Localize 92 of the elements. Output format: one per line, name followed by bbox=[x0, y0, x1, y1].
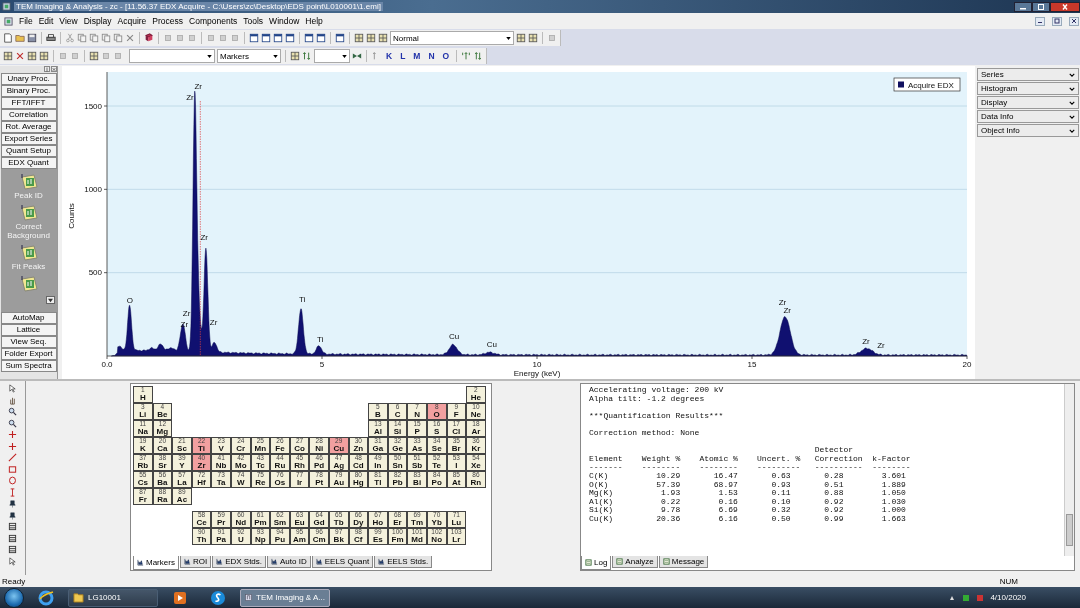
panel-tab[interactable]: Markers bbox=[133, 556, 179, 570]
line-button[interactable]: K bbox=[383, 51, 396, 61]
tick-label: 10 bbox=[532, 360, 542, 369]
log-line: Si(K) 9.78 6.69 0.32 0.92 1.000 bbox=[589, 506, 907, 515]
panel-tab[interactable]: Analyze bbox=[612, 556, 658, 568]
peak-label: Zr bbox=[180, 320, 189, 329]
peak-label: Zr bbox=[783, 306, 792, 315]
marker-dropdown[interactable]: Markers bbox=[217, 49, 281, 63]
panel-header-button[interactable]: Data Info bbox=[977, 110, 1079, 123]
menu-item[interactable]: Components bbox=[189, 16, 238, 26]
tool-button[interactable]: Folder Export bbox=[0, 348, 57, 360]
tool-button[interactable]: Quant Setup bbox=[0, 145, 57, 157]
menu-item[interactable]: Help bbox=[305, 16, 323, 26]
panel-header-button[interactable]: Histogram bbox=[977, 82, 1079, 95]
log-line: C(K) 10.29 16.47 0.63 0.28 3.601 bbox=[589, 471, 907, 480]
peak-label: Zr bbox=[186, 93, 194, 102]
tool-button[interactable]: Correlation bbox=[0, 109, 57, 121]
menu-item[interactable]: Tools bbox=[243, 16, 264, 26]
line-button[interactable]: M bbox=[410, 51, 424, 61]
panel-tab[interactable]: Auto ID bbox=[267, 556, 311, 568]
log-line: ------- -------- -------- --------- ---------- -------- bbox=[589, 463, 912, 472]
log-line: O(K) 57.39 68.97 0.93 0.51 1.889 bbox=[589, 480, 907, 489]
log-line: Accelerating voltage: 200 kV bbox=[589, 386, 725, 394]
log-line: Al(K) 0.22 0.16 0.10 0.92 1.030 bbox=[589, 497, 907, 506]
peak-label: Cu bbox=[448, 332, 460, 341]
menu-item[interactable]: Edit bbox=[38, 16, 54, 26]
panel-tab[interactable]: EDX Stds. bbox=[212, 556, 267, 568]
mode-dropdown[interactable]: Normal bbox=[390, 31, 514, 45]
tool-label: Correct Background bbox=[6, 222, 51, 240]
peak-label: Zr bbox=[862, 337, 870, 346]
menu-item[interactable]: Process bbox=[152, 16, 184, 26]
log-line: ***Quantification Results*** bbox=[589, 411, 725, 421]
menu-item[interactable]: File bbox=[19, 16, 33, 26]
panel-header-button[interactable]: Object Info bbox=[977, 124, 1079, 137]
clock-date: 4/10/2020 bbox=[990, 593, 1026, 602]
line-button[interactable]: O bbox=[439, 51, 453, 61]
tick-label: 5 bbox=[319, 360, 325, 369]
axis-title: Energy (keV) bbox=[513, 369, 561, 378]
panel-tab[interactable]: Log bbox=[581, 556, 612, 570]
log-line: Alpha tilt: -1.2 degrees bbox=[589, 394, 706, 404]
menu-item[interactable]: View bbox=[59, 16, 78, 26]
tool-button[interactable]: View Seq. bbox=[0, 336, 57, 348]
tool-button[interactable]: Binary Proc. bbox=[0, 85, 57, 97]
status-text: Ready bbox=[2, 576, 26, 586]
tick-label: 1500 bbox=[84, 101, 102, 111]
peak-label: Zr bbox=[182, 309, 191, 318]
peak-label: Zr bbox=[200, 233, 208, 242]
peak-label: Ti bbox=[299, 295, 306, 304]
axis-title: Counts bbox=[67, 203, 76, 229]
panel-header-button[interactable]: Series bbox=[977, 68, 1079, 81]
peak-label: Zr bbox=[194, 82, 202, 92]
menu-item[interactable]: Window bbox=[269, 16, 300, 26]
panel-header-button[interactable]: Display bbox=[977, 96, 1079, 109]
peak-label: Zr bbox=[877, 341, 885, 350]
log-line: Element Weight % Atomic % Uncert. % Correction k-Factor bbox=[589, 454, 912, 464]
tick-label: 500 bbox=[88, 268, 102, 278]
peak-label: Zr bbox=[778, 298, 787, 307]
tool-label: Fit Peaks bbox=[10, 262, 47, 271]
panel-tab[interactable]: ROI bbox=[179, 556, 212, 568]
tool-button[interactable]: Sum Spectra bbox=[0, 360, 57, 372]
tool-button[interactable]: AutoMap bbox=[0, 312, 57, 324]
tool-label: Peak ID bbox=[13, 191, 44, 200]
peak-label: Zr bbox=[209, 318, 218, 327]
panel-tab[interactable]: Message bbox=[658, 556, 709, 568]
log-line: Mg(K) 1.93 1.53 0.11 0.88 1.050 bbox=[589, 489, 907, 498]
log-line: Detector bbox=[813, 446, 855, 455]
tick-label: 20 bbox=[962, 360, 972, 369]
taskbar-button[interactable]: TEM Imaging & A... bbox=[240, 588, 330, 607]
tool-button[interactable]: FFT/IFFT bbox=[0, 97, 57, 109]
status-indicator: NUM bbox=[999, 576, 1018, 586]
panel-tab[interactable]: EELS Quant bbox=[311, 556, 374, 568]
tool-button[interactable]: Lattice bbox=[0, 324, 57, 336]
tool-button[interactable]: EDX Quant bbox=[0, 157, 57, 169]
tool-button[interactable]: Export Series bbox=[0, 133, 57, 145]
peak-label: Ti bbox=[317, 335, 324, 344]
tool-button[interactable]: Rot. Average bbox=[0, 121, 57, 133]
window-title: TEM Imaging & Analysis - zc - [11.56.37 EDX Acquire - C:\Users\zc\Desktop\EDS point\L010001\1.emi] bbox=[14, 2, 383, 11]
taskbar-button[interactable]: LG10001 bbox=[68, 588, 158, 607]
log-line: Correction method: None bbox=[589, 428, 701, 438]
tick-label: 1000 bbox=[84, 184, 102, 194]
line-button[interactable]: L bbox=[397, 51, 409, 61]
log-line: Cu(K) 20.36 6.16 0.50 0.99 1.663 bbox=[589, 514, 907, 524]
tick-label: 0.0 bbox=[101, 360, 113, 369]
menu-item[interactable]: Display bbox=[83, 16, 112, 26]
legend: Acquire EDX bbox=[893, 77, 961, 92]
menu-item[interactable]: Acquire bbox=[117, 16, 147, 26]
peak-label: Cu bbox=[486, 340, 497, 349]
panel-tab[interactable]: EELS Stds. bbox=[374, 556, 433, 568]
tool-button[interactable]: Unary Proc. bbox=[0, 73, 57, 85]
tick-label: 15 bbox=[747, 360, 757, 369]
peak-label: O bbox=[126, 296, 133, 305]
line-button[interactable]: N bbox=[425, 51, 438, 61]
